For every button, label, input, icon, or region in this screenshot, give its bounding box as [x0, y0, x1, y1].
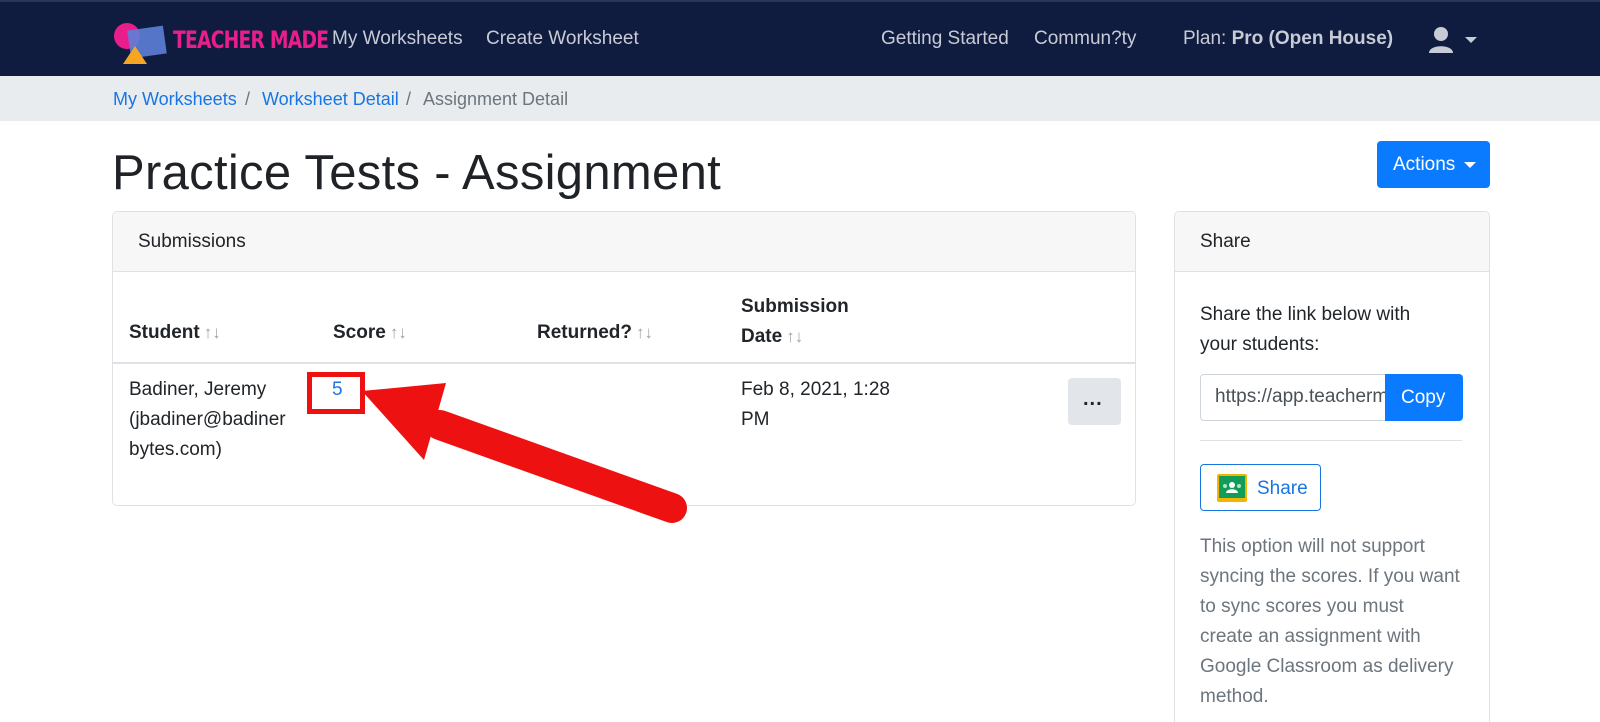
share-card: Share Share the link below with your stu… [1174, 211, 1490, 722]
actions-dropdown-button[interactable]: Actions [1377, 141, 1490, 188]
nav-getting-started[interactable]: Getting Started [881, 28, 1009, 50]
sort-icon: ↑↓ [203, 323, 221, 342]
submissions-title: Submissions [138, 231, 246, 252]
copy-button-label: Copy [1401, 387, 1446, 408]
nav-my-worksheets[interactable]: My Worksheets [332, 28, 463, 50]
share-link-group: https://app.teachermade.com Copy [1200, 374, 1463, 421]
actions-button-label: Actions [1393, 154, 1456, 175]
breadcrumb-separator: / [406, 89, 412, 109]
share-link-input[interactable]: https://app.teachermade.com [1200, 374, 1386, 421]
breadcrumb-worksheet-detail[interactable]: Worksheet Detail [262, 89, 399, 110]
breadcrumb-my-worksheets[interactable]: My Worksheets [113, 89, 237, 110]
nav-create-worksheet[interactable]: Create Worksheet [486, 28, 639, 50]
share-sync-note: This option will not support syncing the… [1200, 536, 1460, 707]
column-header-returned[interactable]: Returned? ↑↓ [537, 322, 653, 344]
column-header-submission-date[interactable]: Submission Date ↑↓ [741, 292, 849, 352]
share-instructions: Share the link below with your students: [1200, 304, 1411, 355]
submissions-card-header: Submissions [113, 212, 1135, 272]
share-title: Share [1200, 231, 1251, 252]
user-icon [1429, 27, 1453, 53]
breadcrumb: My Worksheets / Worksheet Detail / Assig… [0, 76, 1600, 121]
plan-indicator[interactable]: Plan: Pro (Open House) [1183, 28, 1393, 50]
top-navbar: TEACHER MADE My Worksheets Create Worksh… [0, 0, 1600, 76]
row-more-options-button[interactable]: ... [1068, 378, 1121, 425]
student-email: bytes.com) [129, 439, 222, 460]
column-header-score[interactable]: Score ↑↓ [333, 322, 407, 344]
column-label: Score [333, 322, 386, 343]
submission-date: PM [741, 409, 770, 430]
column-label: Date [741, 326, 783, 347]
teacher-made-logo-icon [114, 23, 167, 64]
table-header-divider [113, 362, 1135, 364]
sort-icon: ↑↓ [389, 323, 407, 342]
google-classroom-icon [1217, 474, 1247, 502]
share-divider [1200, 440, 1462, 441]
sort-icon: ↑↓ [636, 323, 653, 342]
chevron-down-icon [1465, 37, 1477, 43]
nav-community[interactable]: Commun?ty [1034, 28, 1136, 50]
breadcrumb-separator: / [245, 89, 251, 109]
google-share-label: Share [1257, 478, 1308, 499]
annotation-highlight-box [307, 372, 365, 414]
column-label: Returned? [537, 322, 632, 343]
column-header-student[interactable]: Student ↑↓ [129, 322, 221, 344]
column-label: Submission [741, 296, 849, 317]
brand-name: TEACHER MADE [173, 26, 329, 54]
ellipsis-icon: ... [1083, 388, 1103, 410]
submission-date-cell: Feb 8, 2021, 1:28 PM [741, 375, 931, 435]
column-label: Student [129, 322, 200, 343]
page-title: Practice Tests - Assignment [112, 146, 722, 200]
plan-value: Pro (Open House) [1231, 28, 1394, 49]
sort-icon: ↑↓ [786, 327, 804, 346]
copy-link-button[interactable]: Copy [1385, 374, 1463, 421]
google-classroom-share-button[interactable]: Share [1200, 464, 1321, 511]
submissions-card: Submissions Student ↑↓ Score ↑↓ Returned? ↑… [112, 211, 1136, 506]
chevron-down-icon [1464, 162, 1476, 168]
submission-date: Feb 8, 2021, 1:28 [741, 379, 890, 400]
student-cell: Badiner, Jeremy (jbadiner@badiner bytes.… [129, 375, 309, 465]
student-email: (jbadiner@badiner [129, 409, 286, 430]
user-menu-dropdown[interactable] [1428, 26, 1480, 56]
share-card-header: Share [1175, 212, 1489, 272]
plan-label: Plan: [1183, 28, 1227, 49]
brand-logo-link[interactable]: TEACHER MADE [113, 20, 329, 64]
breadcrumb-assignment-detail: Assignment Detail [423, 89, 569, 109]
student-name: Badiner, Jeremy [129, 379, 267, 400]
